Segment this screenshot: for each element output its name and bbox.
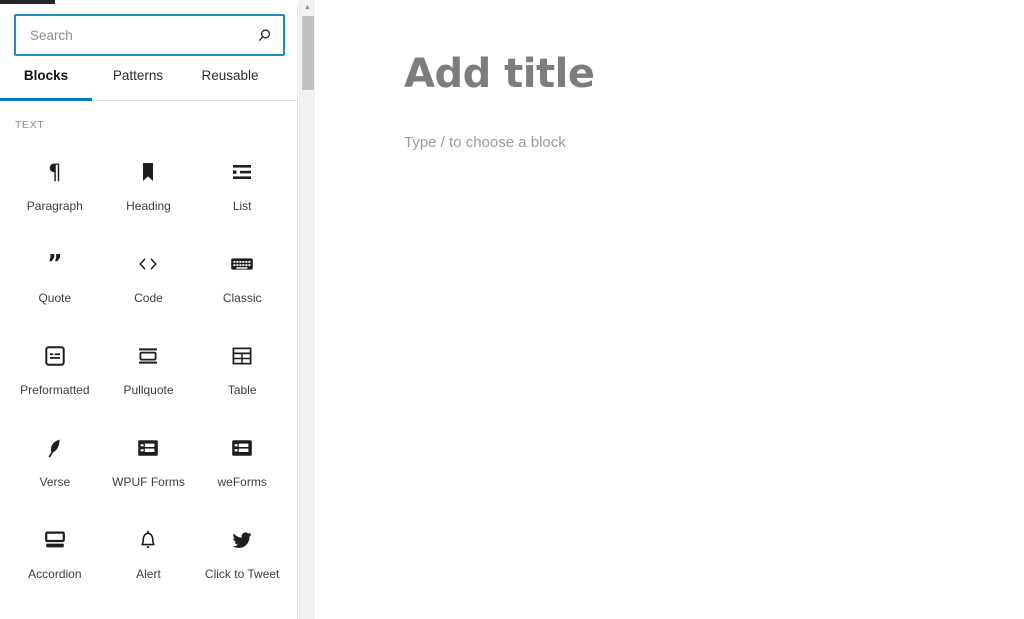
- block-item-label: Alert: [136, 567, 161, 581]
- tab-blocks[interactable]: Blocks: [0, 68, 92, 101]
- editor-content-area: Add title Type / to choose a block: [316, 0, 1024, 153]
- inserter-scrollbar[interactable]: ▲: [299, 0, 315, 619]
- accordion-panels-icon: [42, 527, 68, 553]
- block-item-verse[interactable]: Verse: [8, 421, 102, 513]
- block-item-paragraph[interactable]: ¶ Paragraph: [8, 145, 102, 237]
- block-item-label: Click to Tweet: [204, 567, 280, 581]
- block-item-label: Pullquote: [123, 383, 174, 397]
- block-item-label: Code: [134, 291, 163, 305]
- editor-canvas: Add title Type / to choose a block: [316, 0, 1024, 619]
- form-fields-icon: [229, 435, 255, 461]
- block-item-weforms[interactable]: weForms: [195, 421, 289, 513]
- search-icon: [255, 26, 273, 44]
- block-item-label: WPUF Forms: [112, 475, 185, 489]
- block-item-label: Classic: [222, 291, 262, 305]
- post-title-input[interactable]: Add title: [404, 52, 1024, 96]
- form-fields-icon: [135, 435, 161, 461]
- block-item-label: Verse: [39, 475, 71, 489]
- block-item-wpuf-forms[interactable]: WPUF Forms: [102, 421, 196, 513]
- block-item-preformatted[interactable]: Preformatted: [8, 329, 102, 421]
- twitter-bird-icon: [229, 527, 255, 553]
- table-grid-icon: [229, 343, 255, 369]
- block-item-heading[interactable]: Heading: [102, 145, 196, 237]
- block-item-accordion[interactable]: Accordion: [8, 513, 102, 605]
- keyboard-icon: [229, 251, 255, 277]
- scrollbar-thumb[interactable]: [302, 16, 314, 90]
- default-block-placeholder[interactable]: Type / to choose a block: [404, 132, 1024, 153]
- block-item-label: Table: [227, 383, 257, 397]
- block-item-quote[interactable]: ” Quote: [8, 237, 102, 329]
- block-item-label: Accordion: [28, 567, 82, 581]
- block-item-classic[interactable]: Classic: [195, 237, 289, 329]
- tab-patterns[interactable]: Patterns: [92, 68, 184, 100]
- angle-brackets-icon: [135, 251, 161, 277]
- search-container: [0, 4, 297, 56]
- block-item-label: Quote: [38, 291, 72, 305]
- block-item-label: Preformatted: [20, 383, 90, 397]
- block-item-label: Paragraph: [26, 199, 83, 213]
- scroll-up-arrow-icon[interactable]: ▲: [300, 0, 315, 14]
- inserter-tabs: Blocks Patterns Reusable: [0, 68, 297, 101]
- block-item-label: Heading: [126, 199, 171, 213]
- block-item-label: List: [232, 199, 252, 213]
- block-item-label: weForms: [217, 475, 267, 489]
- category-label-text: TEXT: [15, 119, 45, 131]
- preformatted-box-icon: [42, 343, 68, 369]
- block-inserter-panel: Blocks Patterns Reusable TEXT ¶ Paragrap…: [0, 4, 298, 619]
- bell-icon: [135, 527, 161, 553]
- bulleted-list-icon: [229, 159, 255, 185]
- block-item-alert[interactable]: Alert: [102, 513, 196, 605]
- search-input[interactable]: [16, 16, 283, 54]
- feather-quill-icon: [42, 435, 68, 461]
- search-field[interactable]: [14, 14, 285, 56]
- paragraph-pilcrow-icon: ¶: [48, 159, 62, 184]
- block-editor-screen: Blocks Patterns Reusable TEXT ¶ Paragrap…: [0, 0, 1024, 619]
- tab-reusable[interactable]: Reusable: [184, 68, 276, 100]
- block-item-table[interactable]: Table: [195, 329, 289, 421]
- block-item-code[interactable]: Code: [102, 237, 196, 329]
- heading-bookmark-icon: [135, 159, 161, 185]
- block-item-list[interactable]: List: [195, 145, 289, 237]
- block-item-pullquote[interactable]: Pullquote: [102, 329, 196, 421]
- block-type-grid: ¶ Paragraph Heading List ” Quote Code Cl…: [0, 131, 297, 605]
- block-item-click-to-tweet[interactable]: Click to Tweet: [195, 513, 289, 605]
- quotation-mark-icon: ”: [47, 250, 63, 277]
- pullquote-icon: [135, 343, 161, 369]
